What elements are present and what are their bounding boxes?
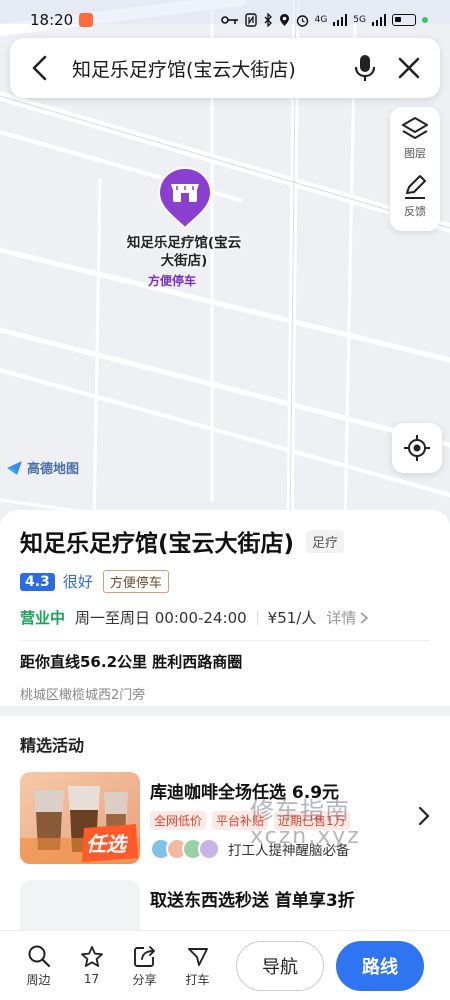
map-logo: 高德地图 (6, 458, 79, 477)
signal-icon (333, 14, 348, 26)
activity-tag: 近期已售1万 (274, 811, 350, 830)
favorite-button[interactable]: 17 (65, 945, 118, 986)
map-tools-panel: 图层 反馈 (390, 107, 440, 231)
status-icons: 4G 5G (220, 13, 428, 27)
details-link[interactable]: 详情 (326, 607, 369, 628)
favorite-count: 17 (83, 972, 100, 986)
activity-tag: 全网低价 (150, 811, 207, 830)
chevron-right-icon (360, 611, 369, 624)
back-button[interactable] (24, 53, 54, 83)
activity-title: 库迪咖啡全场任选 6.9元 (150, 783, 340, 803)
details-label: 详情 (326, 609, 357, 627)
pin-feature-tag: 方便停车 (147, 274, 196, 288)
locate-me-button[interactable] (392, 423, 442, 473)
opening-hours: 周一至周日 00:00-24:00 (75, 609, 247, 627)
voice-search-button[interactable] (348, 51, 382, 85)
separator (256, 610, 258, 625)
section-title: 精选活动 (20, 736, 85, 755)
activity-tags: 全网低价 平台补贴 近期已售1万 (150, 811, 430, 830)
alarm-icon (296, 14, 308, 27)
signal-type: 5G (353, 15, 366, 25)
feedback-button[interactable]: 反馈 (401, 173, 429, 231)
address[interactable]: 桃城区橄榄城西2门旁 (20, 684, 430, 703)
pin-place-name: 知足乐足疗馆(宝云大街店) (126, 235, 242, 269)
battery-icon (392, 14, 416, 26)
nearby-button[interactable]: 周边 (12, 944, 65, 988)
activity-social: 打工人提神醒脑必备 (150, 838, 430, 860)
activity-social-text: 打工人提神醒脑必备 (228, 843, 350, 859)
feedback-label: 反馈 (404, 205, 426, 218)
activity-title: 取送东西选秒送 首单享3折 (150, 891, 355, 911)
bluetooth-icon (264, 13, 272, 27)
search-bar[interactable]: 知足乐足疗馆(宝云大街店) (10, 38, 440, 98)
layers-label: 图层 (404, 147, 426, 160)
star-icon (80, 946, 103, 967)
navigation-button[interactable]: 导航 (236, 940, 324, 991)
location-icon (279, 14, 289, 26)
status-dot (422, 17, 428, 23)
taxi-label: 打车 (185, 972, 210, 987)
search-icon (28, 945, 50, 967)
bottom-action-bar: 周边 17 分享 打车 导航 路线 (0, 930, 450, 1000)
distance-info: 距你直线56.2公里 胜利西路商圈 (20, 653, 243, 671)
average-price: ¥51/人 (267, 609, 317, 627)
amap-logo-icon (7, 460, 22, 475)
activity-thumbnail: 任选 (20, 772, 140, 864)
key-icon (220, 16, 238, 24)
close-button[interactable] (392, 51, 426, 85)
route-button[interactable]: 路线 (336, 940, 424, 991)
taxi-icon (187, 947, 208, 966)
place-info-card[interactable]: 知足乐足疗馆(宝云大街店) 足疗 4.3 很好 方便停车 营业中 周一至周日 0… (0, 510, 450, 706)
layers-button[interactable]: 图层 (401, 115, 429, 173)
status-time: 18:20 (30, 11, 74, 29)
avatar (198, 838, 220, 860)
search-query[interactable]: 知足乐足疗馆(宝云大街店) (72, 55, 348, 82)
divider (20, 640, 430, 641)
hours-row[interactable]: 营业中 周一至周日 00:00-24:00 ¥51/人 详情 (20, 607, 430, 628)
rating-score: 4.3 (20, 572, 55, 591)
share-button[interactable]: 分享 (118, 944, 171, 988)
network-type: 4G (314, 15, 328, 25)
taxi-button[interactable]: 打车 (171, 944, 224, 988)
edit-icon (405, 175, 426, 199)
share-label: 分享 (132, 972, 157, 987)
place-title: 知足乐足疗馆(宝云大街店) (20, 531, 295, 557)
activity-tag: 平台补贴 (212, 811, 269, 830)
layers-icon (402, 117, 428, 139)
activities-section: 精选活动 任选 库迪咖啡全场任选 6.9元 全网低价 平台补贴 近期已售1万 打… (0, 716, 450, 934)
app-notification-icon (79, 13, 94, 27)
chevron-left-icon (32, 55, 47, 81)
status-bar: 18:20 4G 5G (0, 0, 450, 40)
place-pin-icon[interactable] (157, 166, 213, 230)
nearby-label: 周边 (26, 972, 51, 987)
signal-2-icon (372, 14, 386, 26)
open-status: 营业中 (20, 609, 66, 627)
nfc-icon (244, 13, 257, 27)
category-tag: 足疗 (306, 529, 345, 553)
map-logo-text: 高德地图 (27, 462, 80, 477)
feature-tag: 方便停车 (102, 570, 169, 593)
activity-item[interactable]: 取送东西选秒送 首单享3折 (20, 880, 430, 934)
activity-badge: 任选 (86, 832, 126, 856)
close-icon (398, 57, 420, 79)
microphone-icon (354, 55, 376, 81)
activity-item[interactable]: 任选 库迪咖啡全场任选 6.9元 全网低价 平台补贴 近期已售1万 打工人提神醒… (20, 772, 430, 864)
activity-thumbnail (20, 880, 140, 934)
crosshair-icon (404, 435, 430, 461)
chevron-right-icon[interactable] (418, 806, 430, 826)
share-icon (133, 945, 155, 967)
rating-text: 很好 (62, 573, 93, 591)
